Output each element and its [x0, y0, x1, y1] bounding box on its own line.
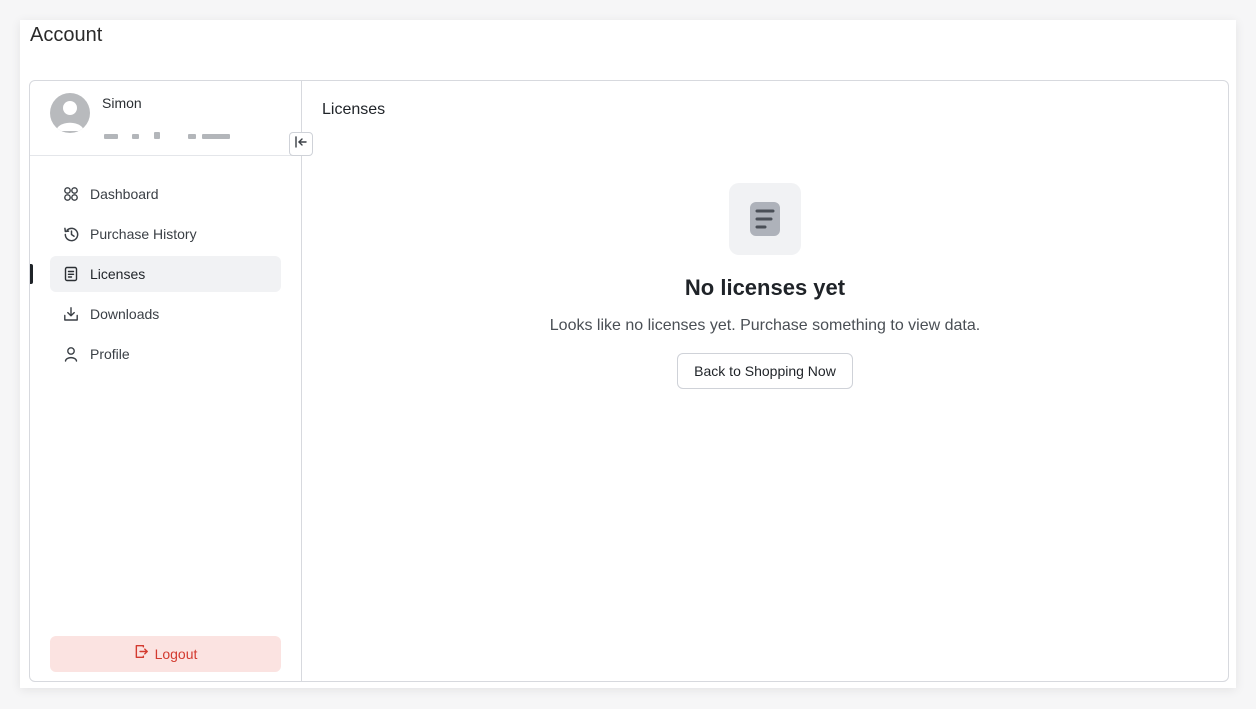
main-content: Licenses No licenses yet Looks like no l…	[302, 81, 1228, 681]
sidebar-item-label: Purchase History	[90, 226, 197, 242]
collapse-sidebar-button[interactable]	[289, 132, 313, 156]
sidebar-item-label: Licenses	[90, 266, 146, 282]
user-name: Simon	[102, 95, 142, 111]
page-title: Account	[30, 24, 103, 46]
sidebar-item-label: Profile	[90, 346, 130, 362]
empty-state-message: Looks like no licenses yet. Purchase som…	[549, 317, 981, 334]
sidebar-item-label: Dashboard	[90, 186, 159, 202]
avatar	[50, 93, 90, 133]
section-title: Licenses	[322, 101, 386, 118]
user-card: Simon	[30, 81, 301, 156]
sidebar-nav: Dashboard Purchase History Licenses Down…	[30, 176, 281, 376]
active-indicator	[30, 264, 33, 284]
download-icon	[62, 305, 80, 323]
sidebar-item-dashboard[interactable]: Dashboard	[50, 176, 281, 212]
logout-label: Logout	[154, 646, 198, 662]
back-to-shopping-button[interactable]: Back to Shopping Now	[677, 353, 853, 389]
document-icon	[729, 183, 801, 255]
account-panel: Simon Dashboard Purchase History License…	[29, 80, 1229, 682]
empty-state: No licenses yet Looks like no licenses y…	[302, 183, 1228, 389]
user-email-redacted	[102, 131, 232, 141]
collapse-left-icon	[294, 135, 308, 154]
sidebar-item-profile[interactable]: Profile	[50, 336, 281, 372]
logout-icon	[134, 644, 149, 664]
user-icon	[62, 345, 80, 363]
sidebar-item-purchase-history[interactable]: Purchase History	[50, 216, 281, 252]
dashboard-icon	[62, 185, 80, 203]
logout-button[interactable]: Logout	[50, 636, 281, 672]
sidebar-item-licenses[interactable]: Licenses	[30, 256, 281, 292]
license-icon	[62, 265, 80, 283]
sidebar-item-label: Downloads	[90, 306, 160, 322]
empty-state-title: No licenses yet	[684, 275, 846, 300]
sidebar-item-downloads[interactable]: Downloads	[50, 296, 281, 332]
account-window: Account Simon Dashboard Purchase History…	[20, 20, 1236, 688]
history-icon	[62, 225, 80, 243]
sidebar: Simon Dashboard Purchase History License…	[30, 81, 313, 681]
